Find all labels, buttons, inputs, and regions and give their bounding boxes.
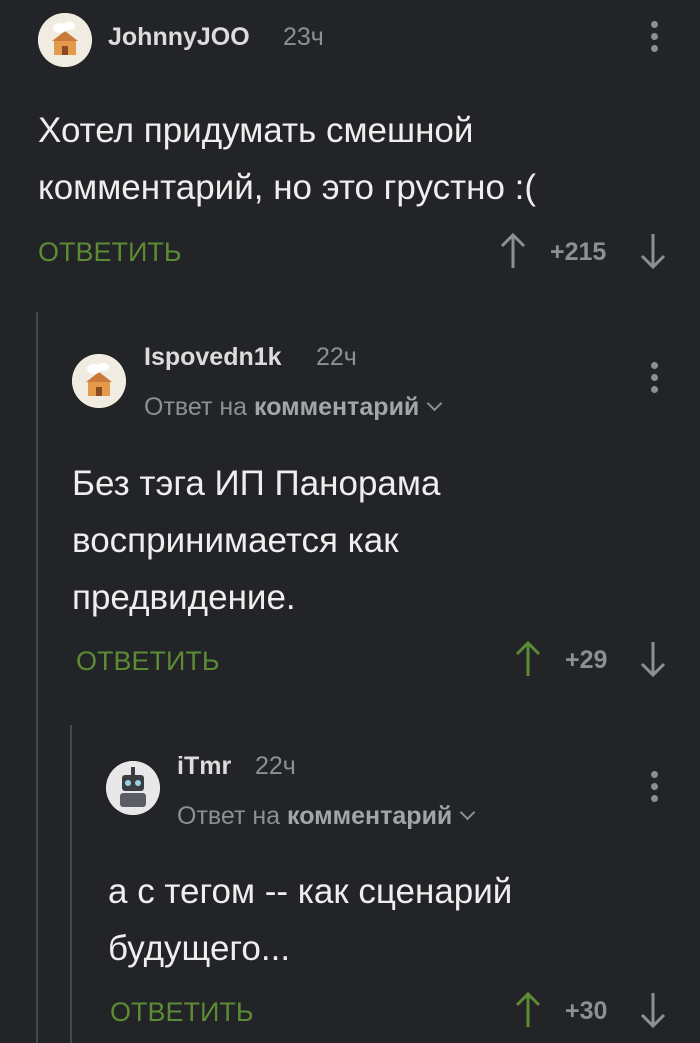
house-avatar-icon: [72, 354, 126, 408]
comment-3: iTmr 22ч Ответ на комментарий а с тегом …: [0, 745, 700, 1043]
reply-to-link[interactable]: Ответ на комментарий: [177, 802, 476, 831]
score: +30: [565, 997, 608, 1025]
reply-button[interactable]: ОТВЕТИТЬ: [110, 997, 254, 1028]
score: +29: [565, 646, 608, 674]
more-options-icon[interactable]: [648, 21, 660, 57]
avatar[interactable]: [38, 13, 92, 67]
username[interactable]: iTmr: [177, 752, 231, 781]
username[interactable]: JohnnyJOO: [108, 23, 250, 52]
timestamp: 22ч: [255, 752, 296, 780]
vote-controls: +215: [500, 232, 670, 272]
avatar[interactable]: [72, 354, 126, 408]
house-avatar-icon: [38, 13, 92, 67]
reply-to-link[interactable]: Ответ на комментарий: [144, 393, 443, 422]
reply-button[interactable]: ОТВЕТИТЬ: [76, 646, 220, 677]
username[interactable]: Ispovedn1k: [144, 343, 282, 372]
chevron-down-icon: [460, 804, 476, 821]
comment-text: Хотел придумать смешной комментарий, но …: [38, 111, 537, 207]
reply-to-target: комментарий: [254, 393, 420, 421]
robot-avatar-icon: [106, 761, 160, 815]
chevron-down-icon: [427, 395, 443, 412]
score: +215: [550, 238, 607, 266]
reply-to-prefix: Ответ на: [177, 802, 281, 830]
downvote-arrow-icon[interactable]: [640, 991, 666, 1029]
reply-to-prefix: Ответ на: [144, 393, 248, 421]
avatar[interactable]: [106, 761, 160, 815]
upvote-arrow-icon[interactable]: [515, 640, 541, 678]
upvote-arrow-icon[interactable]: [500, 232, 526, 270]
comment-1: JohnnyJOO 23ч Хотел придумать смешной ко…: [0, 0, 700, 300]
vote-controls: +30: [515, 991, 670, 1031]
vote-controls: +29: [515, 640, 670, 680]
comment-text: Без тэга ИП Панорама воспринимается как …: [72, 464, 441, 617]
downvote-arrow-icon[interactable]: [640, 232, 666, 270]
timestamp: 22ч: [316, 343, 357, 371]
downvote-arrow-icon[interactable]: [640, 640, 666, 678]
more-options-icon[interactable]: [648, 771, 660, 807]
reply-button[interactable]: ОТВЕТИТЬ: [38, 237, 182, 268]
comment-text: а с тегом -- как сценарий будущего...: [108, 872, 513, 968]
upvote-arrow-icon[interactable]: [515, 991, 541, 1029]
timestamp: 23ч: [283, 23, 324, 51]
comment-2: Ispovedn1k 22ч Ответ на комментарий Без …: [0, 330, 700, 710]
more-options-icon[interactable]: [648, 362, 660, 398]
reply-to-target: комментарий: [287, 802, 453, 830]
